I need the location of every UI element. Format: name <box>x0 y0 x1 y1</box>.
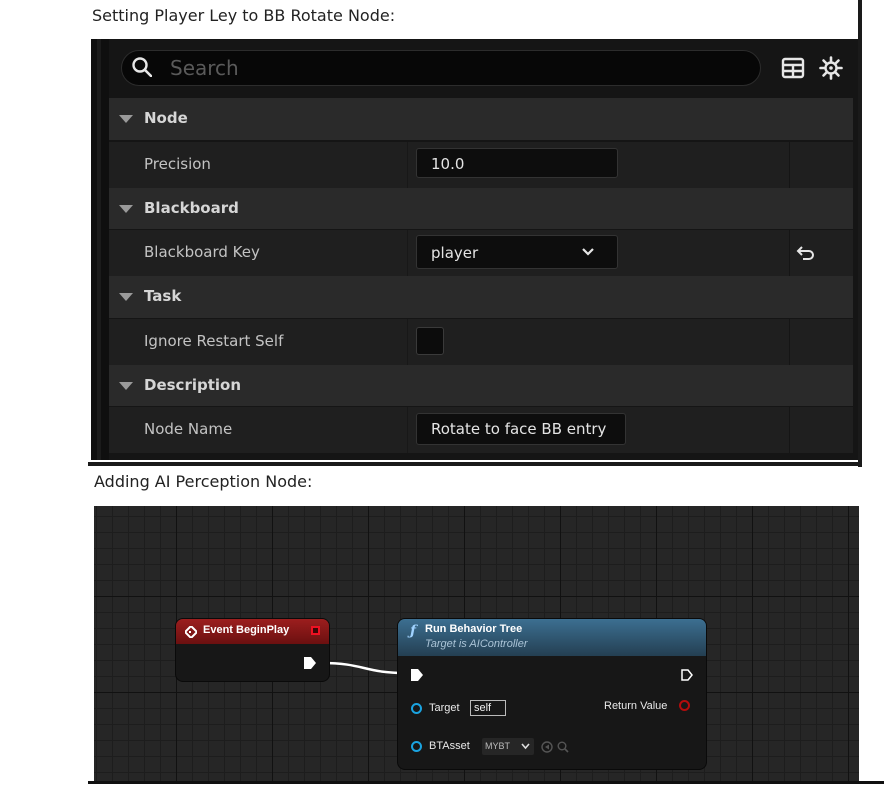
table-view-icon[interactable] <box>781 56 805 80</box>
exec-out-pin[interactable] <box>681 669 693 681</box>
category-description[interactable]: Description <box>109 365 853 407</box>
chevron-down-icon <box>582 248 594 256</box>
graph-border-bottom <box>88 781 884 784</box>
category-blackboard[interactable]: Blackboard <box>109 188 853 230</box>
category-label: Description <box>144 376 242 394</box>
blackboard-key-dropdown[interactable]: player <box>416 235 618 269</box>
details-panel: Node Precision 10.0 Blackboard Blackboar… <box>91 39 858 460</box>
property-precision: Precision 10.0 <box>109 141 853 188</box>
property-node-name: Node Name Rotate to face BB entry <box>109 406 853 453</box>
property-label: Precision <box>144 155 211 173</box>
gear-icon[interactable] <box>819 56 843 80</box>
precision-field[interactable]: 10.0 <box>416 148 618 178</box>
target-pin[interactable] <box>411 703 422 714</box>
dropdown-value: player <box>431 244 479 262</box>
return-value-label: Return Value <box>604 700 668 712</box>
chevron-down-icon <box>521 743 530 750</box>
category-node[interactable]: Node <box>109 98 853 140</box>
search-asset-icon[interactable] <box>557 741 569 753</box>
btasset-value: MYBT <box>485 741 511 751</box>
event-beginplay-node[interactable]: Event BeginPlay <box>176 619 329 681</box>
search-bar[interactable] <box>121 50 761 86</box>
panel-scroll-strip <box>97 39 101 460</box>
property-ignore-restart-self: Ignore Restart Self <box>109 318 853 365</box>
property-label: Blackboard Key <box>144 243 260 261</box>
search-icon <box>132 57 152 77</box>
run-behavior-tree-node[interactable]: ƒ Run Behavior Tree Target is AIControll… <box>398 619 706 769</box>
function-icon: ƒ <box>410 623 417 639</box>
target-value[interactable]: self <box>470 700 506 716</box>
btasset-pin[interactable] <box>411 741 422 752</box>
node-title: Event BeginPlay <box>203 624 290 636</box>
btasset-label: BTAsset <box>429 740 470 752</box>
separator <box>88 462 860 466</box>
category-label: Node <box>144 109 188 127</box>
search-input[interactable] <box>170 55 730 81</box>
collapse-arrow-icon[interactable] <box>119 293 133 301</box>
return-value-pin[interactable] <box>679 700 690 711</box>
category-label: Blackboard <box>144 199 239 217</box>
btasset-dropdown[interactable]: MYBT <box>482 738 534 755</box>
stop-square-icon <box>311 626 320 635</box>
browse-asset-icon[interactable] <box>541 741 553 753</box>
section-caption-ai-perception: Adding AI Perception Node: <box>94 472 313 491</box>
node-subtitle: Target is AIController <box>425 638 528 650</box>
collapse-arrow-icon[interactable] <box>119 382 133 390</box>
property-label: Ignore Restart Self <box>144 332 284 350</box>
blueprint-graph[interactable]: Event BeginPlay ƒ Run Behavior Tree Targ… <box>94 506 859 781</box>
target-label: Target <box>429 702 460 714</box>
event-diamond-icon <box>185 626 197 638</box>
category-label: Task <box>144 287 182 305</box>
node-title: Run Behavior Tree <box>425 623 523 635</box>
node-name-field[interactable]: Rotate to face BB entry <box>416 413 626 445</box>
panel-border-right <box>858 0 862 467</box>
exec-out-pin[interactable] <box>304 657 316 669</box>
section-caption-rotate: Setting Player Ley to BB Rotate Node: <box>92 6 396 25</box>
reset-to-default-icon[interactable] <box>795 244 817 262</box>
exec-in-pin[interactable] <box>411 669 423 681</box>
collapse-arrow-icon[interactable] <box>119 115 133 123</box>
property-blackboard-key: Blackboard Key player <box>109 229 853 276</box>
property-label: Node Name <box>144 420 233 438</box>
ignore-restart-self-checkbox[interactable] <box>416 327 444 355</box>
collapse-arrow-icon[interactable] <box>119 205 133 213</box>
category-task[interactable]: Task <box>109 276 853 318</box>
